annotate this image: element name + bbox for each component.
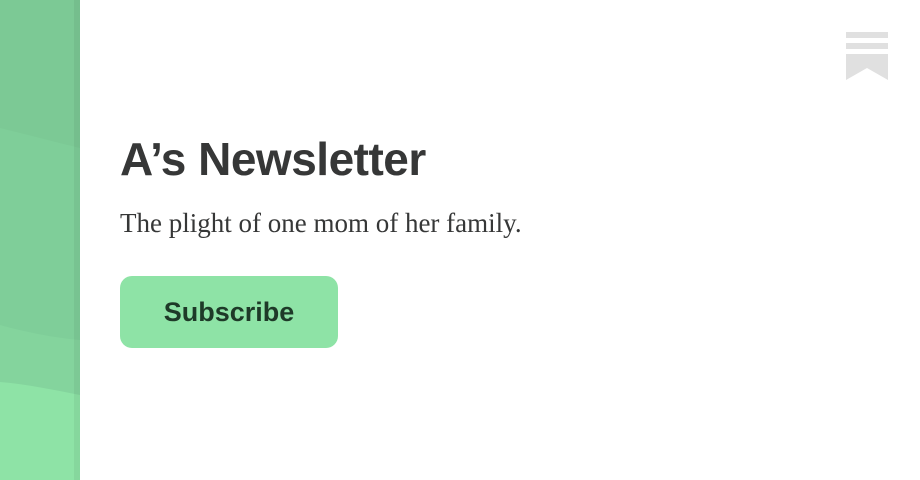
bookmark-logo-icon <box>846 32 888 80</box>
wave-art <box>0 0 80 480</box>
side-decoration <box>0 0 80 480</box>
newsletter-title: A’s Newsletter <box>120 133 426 185</box>
newsletter-subtitle: The plight of one mom of her family. <box>120 208 522 238</box>
subscribe-button[interactable]: Subscribe <box>120 276 338 348</box>
newsletter-card: A’s Newsletter The plight of one mom of … <box>120 0 880 480</box>
